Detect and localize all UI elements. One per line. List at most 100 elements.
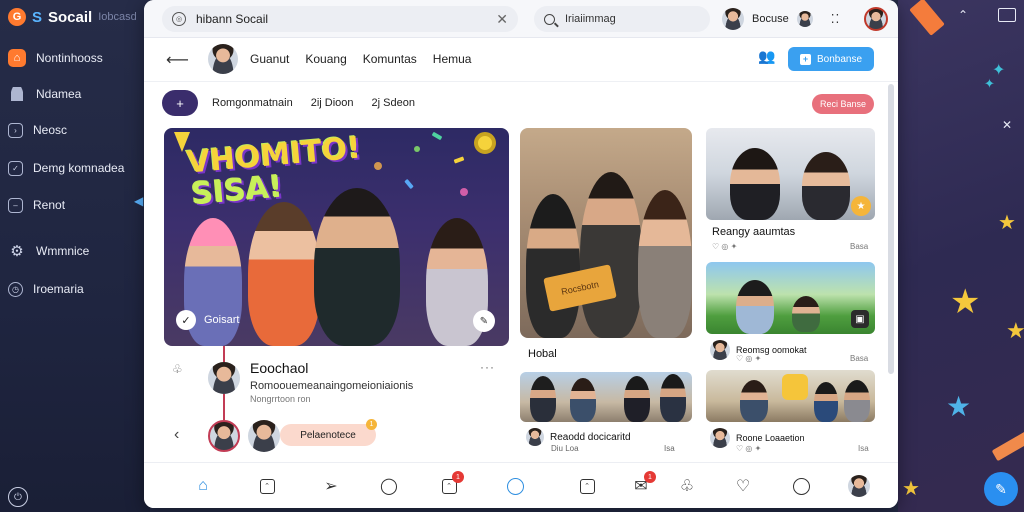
home-icon[interactable]: ⌂ bbox=[192, 475, 214, 497]
sidebar-item-groups[interactable]: ✓ Demg komnadea bbox=[8, 158, 124, 178]
gear-icon: ⚙ bbox=[10, 243, 24, 260]
card-meta-icons: ♡ ◎ ✦ bbox=[736, 354, 762, 363]
badge-icon: ★ bbox=[851, 196, 871, 216]
light-bokeh bbox=[414, 146, 420, 152]
filter-saved[interactable]: 2j Sdeon bbox=[372, 97, 415, 109]
top-bar: ◎ hibann Socail ✕ Bocuse ⁚⁚ bbox=[144, 0, 898, 38]
brand-name: Socail bbox=[48, 8, 93, 26]
brand-badge[interactable]: G bbox=[8, 8, 26, 26]
photo-card[interactable]: Rocsbotn bbox=[520, 128, 692, 338]
card-meta: Basa bbox=[850, 242, 869, 251]
power-icon[interactable]: ⏻ bbox=[8, 487, 28, 507]
sidebar-item-label: Ndamea bbox=[36, 87, 82, 101]
more-icon[interactable]: ⁚⁚ bbox=[831, 12, 841, 26]
card-title[interactable]: Reangy aaumtas bbox=[712, 226, 795, 238]
photo-card[interactable] bbox=[706, 370, 875, 422]
tab-more[interactable]: Hemua bbox=[433, 52, 472, 66]
caption-meta: Diu Loa bbox=[551, 444, 579, 453]
person-illustration bbox=[570, 378, 596, 422]
back-arrow-icon[interactable]: ⟵ bbox=[166, 50, 189, 70]
photo-thumbnail[interactable] bbox=[520, 372, 692, 422]
person-illustration bbox=[314, 188, 400, 346]
thread-line bbox=[223, 346, 225, 362]
sidebar-item-news[interactable]: › Neosc bbox=[8, 120, 67, 140]
more-icon[interactable]: ··· bbox=[480, 360, 495, 374]
sidebar-item-home[interactable]: ⌂ Nontinhooss bbox=[8, 48, 103, 68]
bottom-nav: ⌂ ⌃ ➢ ◯ ⌃ 1 ⌃ ✉ 1 ♧ ♡ bbox=[144, 462, 898, 508]
chevron-left-icon[interactable]: ‹ bbox=[174, 426, 179, 444]
confetti-ribbon bbox=[991, 430, 1024, 462]
avatar[interactable] bbox=[710, 340, 730, 360]
notifications-icon[interactable]: ⌃ 1 bbox=[438, 471, 464, 497]
scrollbar[interactable] bbox=[888, 84, 894, 374]
heart-icon[interactable]: ♡ bbox=[732, 475, 754, 497]
site-icon: ◎ bbox=[172, 12, 186, 26]
photo-card[interactable]: ★ bbox=[706, 128, 875, 220]
photo-card[interactable]: ▣ bbox=[706, 262, 875, 334]
avatar[interactable] bbox=[796, 11, 813, 27]
person-illustration bbox=[736, 280, 774, 334]
confetti bbox=[431, 131, 443, 141]
account-area: Bocuse ⁚⁚ bbox=[722, 6, 889, 32]
confetti-ribbon bbox=[909, 0, 945, 36]
sign-illustration bbox=[782, 374, 808, 400]
sparkle-icon: ✦ bbox=[984, 76, 995, 91]
sidebar-item-recent[interactable]: – Renot bbox=[8, 195, 65, 215]
star-icon: ★ bbox=[902, 478, 920, 500]
send-icon[interactable]: ➢ bbox=[320, 475, 342, 497]
clear-icon[interactable]: ✕ bbox=[496, 11, 508, 28]
account-name[interactable]: Bocuse bbox=[752, 13, 789, 25]
avatar[interactable] bbox=[248, 420, 280, 452]
sidebar-item-label: Wmmnice bbox=[36, 244, 90, 258]
post-title[interactable]: Eoochaol bbox=[250, 360, 308, 376]
avatar[interactable] bbox=[722, 8, 744, 30]
maximize-icon[interactable] bbox=[998, 8, 1016, 22]
tab-home[interactable]: Guanut bbox=[250, 52, 289, 66]
group-icon[interactable]: ♧ bbox=[676, 475, 698, 497]
people-icon[interactable]: 👥 bbox=[758, 48, 775, 65]
minimize-icon[interactable]: ⌃ bbox=[958, 8, 968, 22]
person-illustration bbox=[580, 172, 642, 338]
feature-tag[interactable]: ✓ Goisart bbox=[176, 310, 239, 330]
compose-button[interactable]: ✎ bbox=[984, 472, 1018, 506]
save-button[interactable]: Reci Banse bbox=[812, 94, 874, 114]
plus-icon: + bbox=[799, 53, 811, 65]
share-icon[interactable]: ✎ bbox=[473, 310, 495, 332]
explore-icon[interactable] bbox=[504, 475, 526, 497]
card-meta: Isa bbox=[858, 444, 869, 453]
messages-icon[interactable]: ✉ 1 bbox=[630, 471, 656, 497]
post-body: Romoouemeanaingomeioniaionis bbox=[250, 380, 414, 392]
sidebar-item-history[interactable]: ◷ Iroemaria bbox=[8, 279, 84, 299]
avatar[interactable] bbox=[710, 428, 730, 448]
join-button-label: Bonbanse bbox=[816, 53, 863, 65]
brand: G S Socail Iobcasd bbox=[8, 7, 137, 27]
filter-recommendations[interactable]: Romgonmatnain bbox=[212, 97, 293, 109]
tab-events[interactable]: Kouang bbox=[305, 52, 346, 66]
avatar[interactable] bbox=[526, 428, 544, 446]
chat-bubble-icon[interactable]: ◯ bbox=[378, 475, 400, 497]
sidebar-item-settings[interactable]: ⚙ Wmmnice bbox=[8, 241, 89, 261]
tab-communities[interactable]: Komuntas bbox=[363, 52, 417, 66]
filter-videos[interactable]: 2ij Dioon bbox=[311, 97, 354, 109]
search-input[interactable] bbox=[565, 13, 685, 25]
thread-line bbox=[223, 394, 225, 420]
join-button[interactable]: + Bonbanse bbox=[788, 47, 874, 71]
user-icon bbox=[8, 85, 26, 103]
address-bar[interactable]: ◎ hibann Socail ✕ bbox=[162, 6, 518, 32]
person-illustration bbox=[844, 380, 870, 422]
card-label: Hobal bbox=[528, 348, 557, 360]
avatar[interactable] bbox=[208, 362, 240, 394]
avatar[interactable] bbox=[208, 44, 238, 74]
avatar[interactable] bbox=[208, 420, 240, 452]
add-filter-button[interactable]: + bbox=[162, 90, 198, 116]
feature-card[interactable]: VHOMITO! SISA! ✓ Goisart ✎ bbox=[164, 128, 509, 346]
group-icon[interactable]: ♧ bbox=[172, 362, 188, 376]
avatar[interactable] bbox=[848, 475, 870, 497]
profile-icon[interactable] bbox=[790, 475, 812, 497]
nav-square-icon[interactable]: ⌃ bbox=[256, 475, 278, 497]
tag-icon[interactable]: ⌃ bbox=[576, 475, 598, 497]
close-icon[interactable]: ✕ bbox=[1002, 118, 1012, 132]
profile-avatar[interactable] bbox=[864, 7, 889, 31]
comment-button[interactable]: Pelaenotece bbox=[280, 424, 376, 446]
sidebar-item-profile[interactable]: Ndamea bbox=[8, 84, 81, 104]
